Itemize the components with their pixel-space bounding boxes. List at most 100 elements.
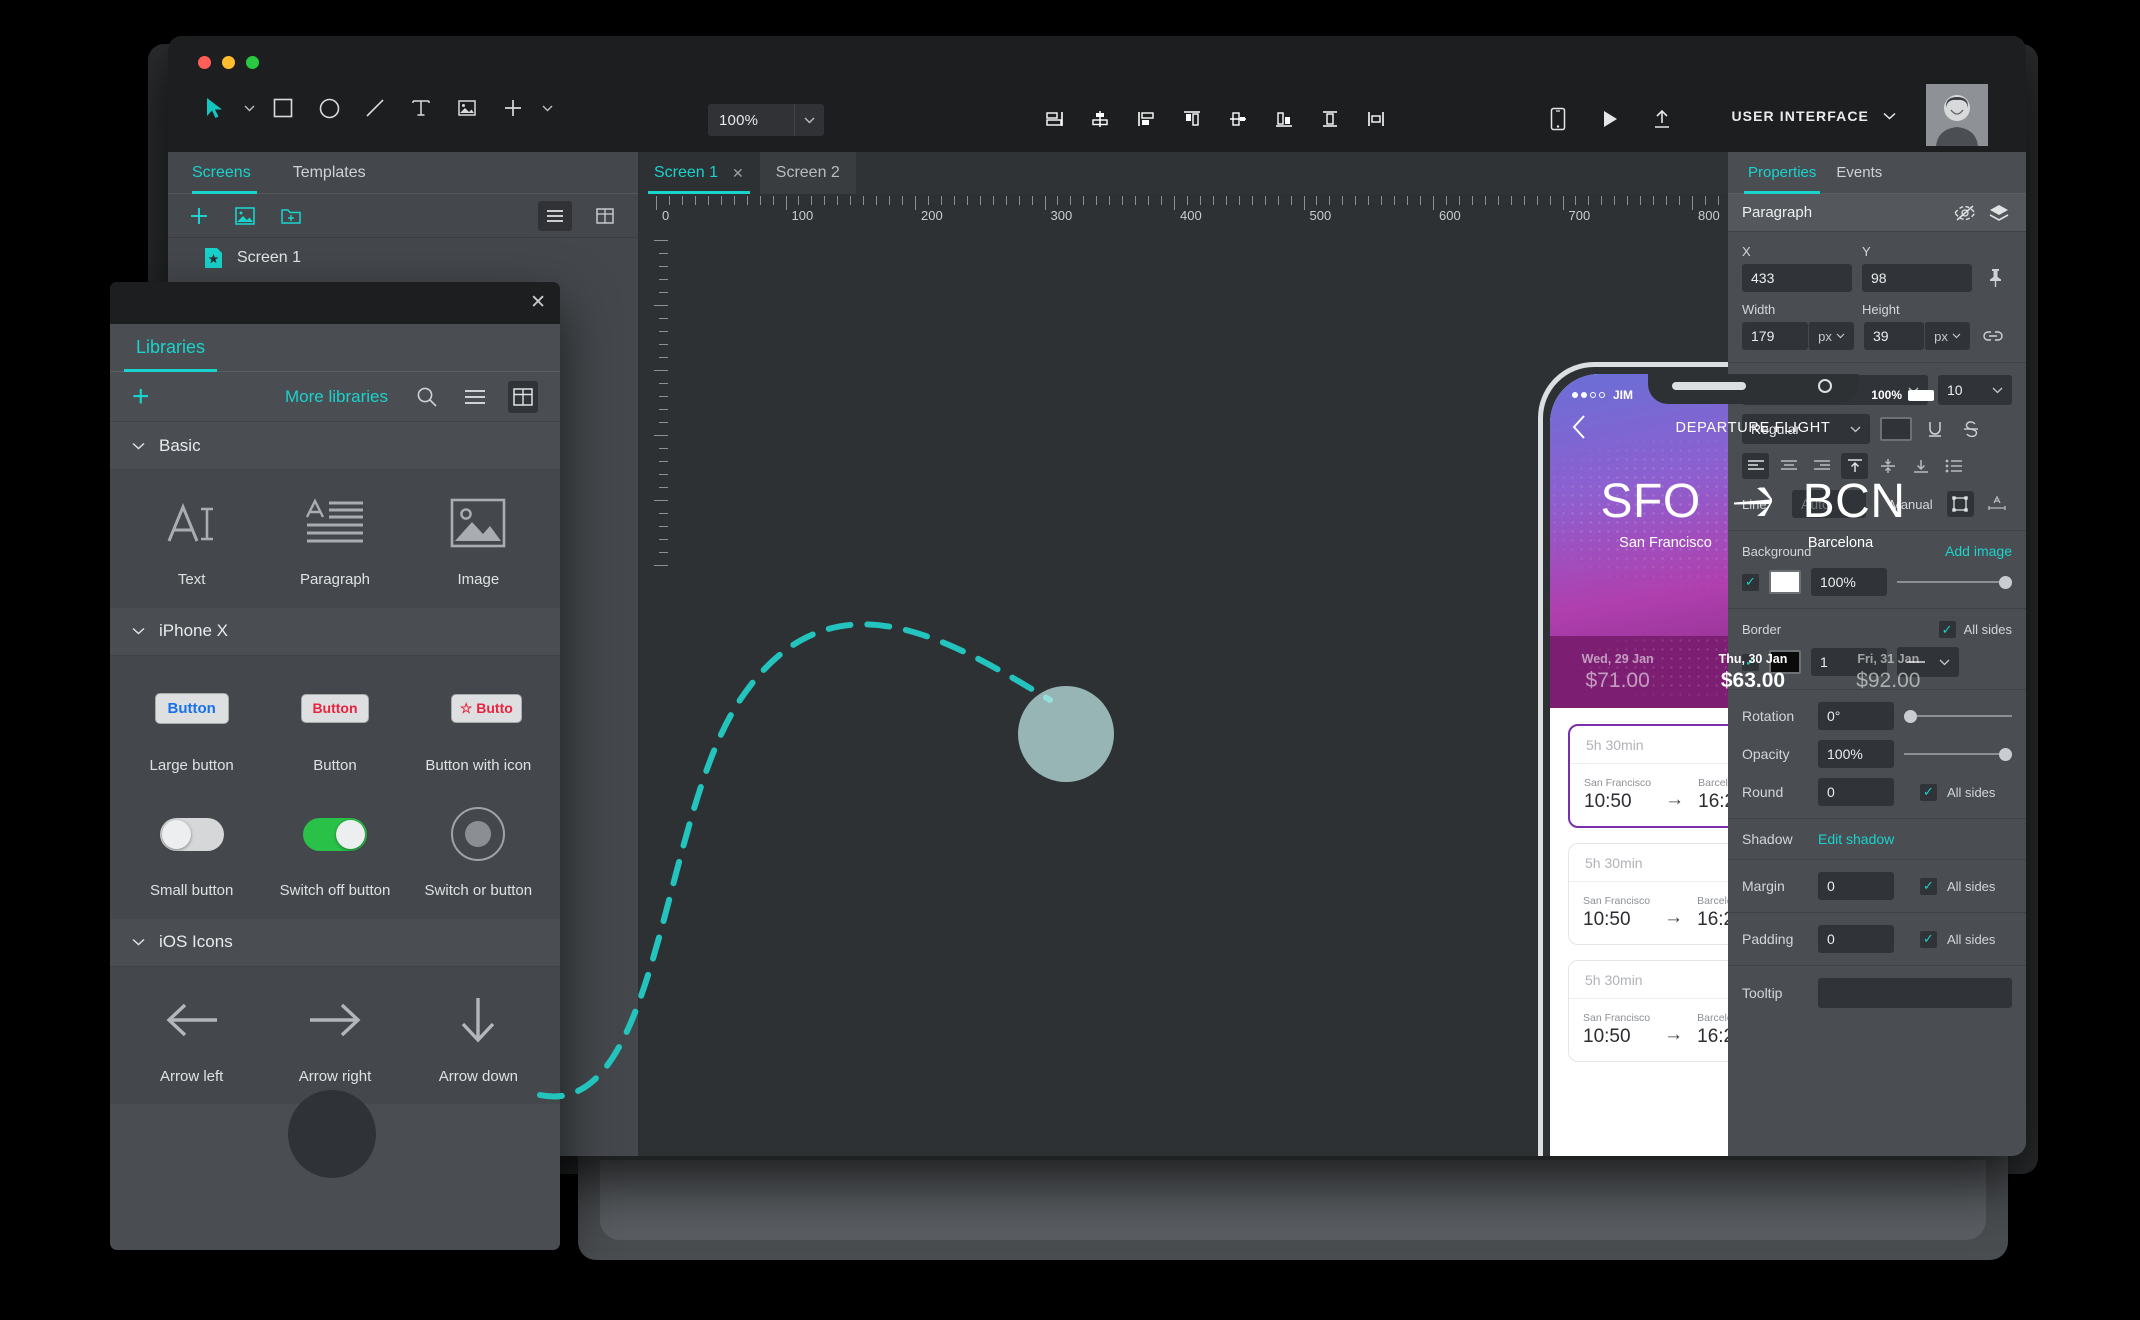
library-group-iphone-x[interactable]: iPhone X — [110, 607, 560, 656]
tab-screens[interactable]: Screens — [192, 152, 269, 194]
library-item-image[interactable]: Image — [407, 486, 550, 590]
ruler-tick — [659, 422, 668, 423]
add-image-screen-icon[interactable] — [230, 201, 260, 231]
rotation-input[interactable]: 0° — [1818, 702, 1894, 730]
background-opacity-slider[interactable] — [1897, 573, 2012, 591]
tab-events[interactable]: Events — [1836, 152, 1882, 193]
user-avatar[interactable] — [1926, 84, 1988, 146]
width-unit-select[interactable]: px — [1808, 322, 1854, 350]
library-item-small-button[interactable]: Small button — [120, 797, 263, 901]
padding-all-sides-checkbox[interactable]: ✓ — [1920, 930, 1937, 948]
tab-properties[interactable]: Properties — [1743, 152, 1821, 194]
date-option[interactable]: Wed, 29 Jan $71.00 — [1550, 652, 1685, 693]
canvas-tab-screen-2[interactable]: Screen 2 — [759, 152, 856, 194]
align-right-icon[interactable] — [1132, 102, 1160, 136]
close-window-button[interactable] — [198, 56, 211, 69]
distribute-vertical-icon[interactable] — [1316, 102, 1344, 136]
vertical-ruler[interactable] — [638, 230, 670, 1156]
round-all-sides-checkbox[interactable]: ✓ — [1920, 783, 1937, 801]
zoom-level-select[interactable]: 100% — [708, 104, 824, 136]
background-enabled-checkbox[interactable]: ✓ — [1742, 573, 1759, 591]
library-item-button-with-icon[interactable]: ☆ Butto Button with icon — [407, 672, 550, 776]
library-item-arrow-left[interactable]: Arrow left — [120, 983, 263, 1087]
zoom-chevron-down-icon[interactable] — [794, 104, 824, 136]
library-item-arrow-right[interactable]: Arrow right — [263, 983, 406, 1087]
line-tool-icon[interactable] — [352, 86, 398, 130]
device-preview-icon[interactable] — [1544, 102, 1572, 136]
canvas-tab-close-icon[interactable]: ✕ — [732, 165, 744, 182]
opacity-slider[interactable] — [1904, 745, 2012, 763]
tab-libraries[interactable]: Libraries — [123, 324, 218, 372]
search-icon[interactable] — [412, 386, 442, 408]
rotation-slider[interactable] — [1904, 707, 2012, 725]
library-item-switch-or-button[interactable]: Switch or button — [407, 797, 550, 901]
text-tool-icon[interactable] — [398, 86, 444, 130]
grid-view-icon[interactable] — [508, 380, 538, 413]
grid-view-icon[interactable] — [588, 201, 622, 231]
pin-position-icon[interactable] — [1982, 264, 2008, 292]
window-controls[interactable] — [198, 56, 259, 69]
list-view-icon[interactable] — [460, 389, 490, 405]
height-unit-select[interactable]: px — [1924, 322, 1970, 350]
padding-input[interactable]: 0 — [1818, 925, 1894, 953]
play-preview-icon[interactable] — [1596, 102, 1624, 136]
pointer-tool-icon[interactable] — [192, 86, 238, 130]
background-color-swatch[interactable] — [1769, 570, 1801, 594]
auto-size-icon[interactable] — [1984, 491, 2011, 517]
project-type-select[interactable]: USER INTERFACE — [1731, 108, 1896, 124]
minimize-window-button[interactable] — [222, 56, 235, 69]
align-left-icon[interactable] — [1040, 102, 1068, 136]
tooltip-input[interactable] — [1818, 978, 2012, 1008]
align-bottom-icon[interactable] — [1270, 102, 1298, 136]
margin-input[interactable]: 0 — [1818, 872, 1894, 900]
tab-templates[interactable]: Templates — [293, 152, 384, 193]
align-center-horizontal-icon[interactable] — [1086, 102, 1114, 136]
canvas-tab-screen-1[interactable]: Screen 1 ✕ — [638, 152, 760, 194]
rectangle-tool-icon[interactable] — [260, 86, 306, 130]
publish-upload-icon[interactable] — [1648, 102, 1676, 136]
library-item-switch-off-button[interactable]: Switch off button — [263, 797, 406, 901]
screens-panel-tabs: Screens Templates — [168, 152, 638, 194]
close-icon[interactable]: ✕ — [530, 291, 546, 314]
libraries-titlebar[interactable]: ✕ — [110, 282, 560, 324]
library-group-ios-icons[interactable]: iOS Icons — [110, 918, 560, 967]
maximize-window-button[interactable] — [246, 56, 259, 69]
width-input[interactable]: 179 — [1742, 322, 1808, 350]
screen-list-item[interactable]: Screen 1 — [168, 238, 638, 278]
y-input[interactable]: 98 — [1862, 264, 1972, 292]
more-libraries-button[interactable]: More libraries — [168, 387, 394, 407]
library-item-button[interactable]: Button Button — [263, 672, 406, 776]
link-aspect-ratio-icon[interactable] — [1980, 322, 2006, 350]
align-top-icon[interactable] — [1178, 102, 1206, 136]
library-item-paragraph[interactable]: Paragraph — [263, 486, 406, 590]
align-center-vertical-icon[interactable] — [1224, 102, 1252, 136]
pointer-tool-chevron-down-icon[interactable] — [238, 86, 260, 130]
library-item-arrow-down[interactable]: Arrow down — [407, 983, 550, 1087]
margin-all-sides-checkbox[interactable]: ✓ — [1920, 877, 1937, 895]
add-folder-icon[interactable] — [276, 201, 306, 231]
x-input[interactable]: 433 — [1742, 264, 1852, 292]
library-item-large-button[interactable]: Button Large button — [120, 672, 263, 776]
distribute-horizontal-icon[interactable] — [1362, 102, 1390, 136]
add-screen-icon[interactable] — [184, 201, 214, 231]
round-input[interactable]: 0 — [1818, 778, 1894, 806]
strikethrough-icon[interactable] — [1958, 415, 1984, 443]
hide-element-icon[interactable] — [1952, 204, 1978, 222]
add-tool-icon[interactable] — [490, 86, 536, 130]
list-view-icon[interactable] — [538, 200, 572, 231]
date-option[interactable]: Fri, 31 Jan $92.00 — [1821, 652, 1956, 693]
date-option-selected[interactable]: Thu, 30 Jan $63.00 — [1685, 652, 1820, 693]
library-item-text[interactable]: Text — [120, 486, 263, 590]
border-all-sides-checkbox[interactable]: ✓ — [1938, 621, 1956, 638]
layers-icon[interactable] — [1986, 203, 2012, 223]
ellipse-tool-icon[interactable] — [306, 86, 352, 130]
library-group-basic[interactable]: Basic — [110, 422, 560, 470]
height-input[interactable]: 39 — [1864, 322, 1924, 350]
horizontal-ruler[interactable]: 010020030040050060070080090010001100 — [638, 194, 2017, 230]
add-library-icon[interactable]: + — [132, 381, 150, 412]
opacity-input[interactable]: 100% — [1818, 740, 1894, 768]
add-tool-chevron-down-icon[interactable] — [536, 86, 558, 130]
background-opacity-input[interactable]: 100% — [1811, 568, 1887, 596]
image-tool-icon[interactable] — [444, 86, 490, 130]
edit-shadow-button[interactable]: Edit shadow — [1818, 831, 1894, 847]
